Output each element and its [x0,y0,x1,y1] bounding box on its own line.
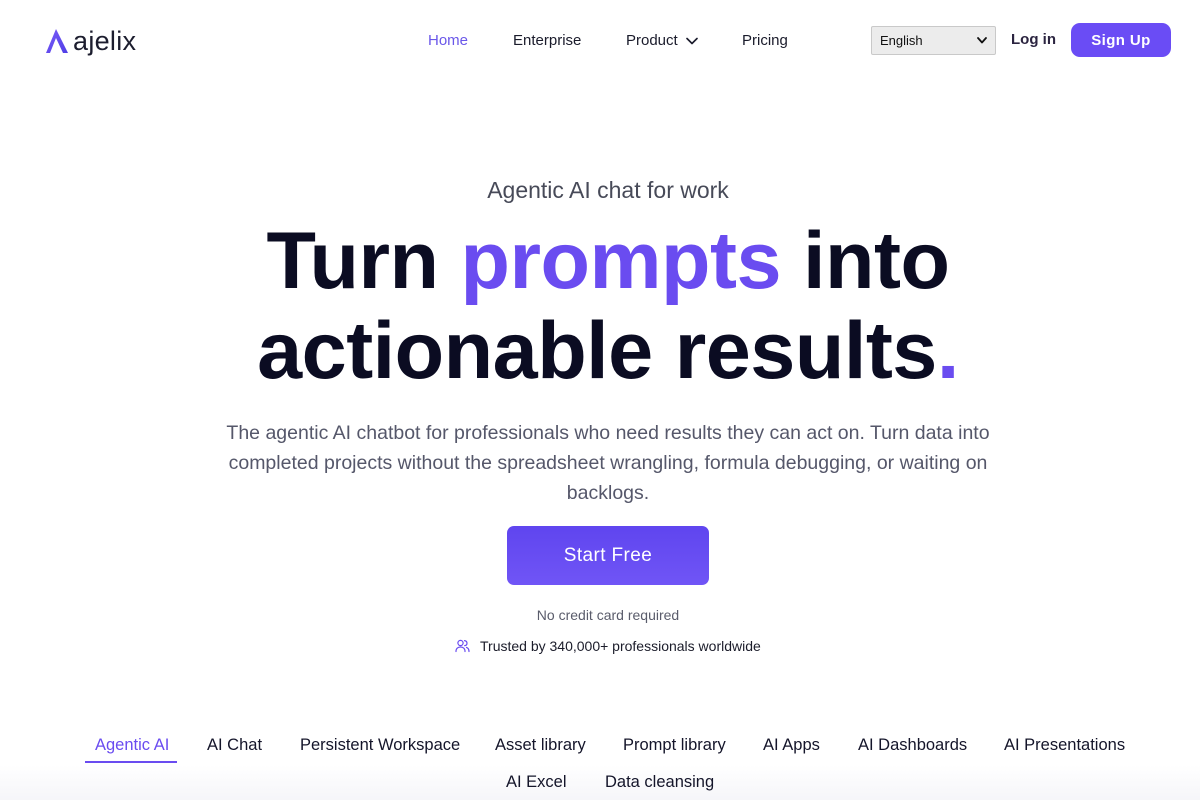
nav-enterprise[interactable]: Enterprise [513,31,581,51]
tab-agentic-ai[interactable]: Agentic AI [95,735,169,755]
brand-name: ajelix [73,26,137,56]
chevron-down-icon [977,37,987,44]
tab-data-cleansing[interactable]: Data cleansing [605,772,714,792]
headline-dot: . [936,306,960,396]
hero-description: The agentic AI chatbot for professionals… [226,422,990,504]
trusted-text: Trusted by 340,000+ professionals worldw… [480,638,761,654]
tab-ai-presentations[interactable]: AI Presentations [1004,735,1125,755]
headline-part-2: into [781,216,950,306]
tab-asset-library[interactable]: Asset library [495,735,586,755]
language-selected-value: English [880,33,923,48]
trusted-note: Trusted by 340,000+ professionals worldw… [455,637,761,655]
tab-ai-chat[interactable]: AI Chat [207,735,262,755]
tabs-background-fade [0,765,1200,800]
active-tab-indicator [85,761,177,763]
headline-accent: prompts [460,216,782,306]
language-select[interactable]: English [871,26,996,55]
no-credit-card-note: No credit card required [536,607,680,623]
nav-product[interactable]: Product [626,31,698,51]
signup-button[interactable]: Sign Up [1071,23,1171,57]
tab-ai-dashboards[interactable]: AI Dashboards [858,735,967,755]
login-link[interactable]: Log in [1011,31,1056,49]
hero-eyebrow: Agentic AI chat for work [487,177,729,203]
tab-ai-excel[interactable]: AI Excel [506,772,567,792]
tab-persistent-workspace[interactable]: Persistent Workspace [300,735,460,755]
tab-ai-apps[interactable]: AI Apps [763,735,820,755]
nav-home[interactable]: Home [428,31,468,51]
headline-part-1: Turn [266,216,461,306]
start-free-button[interactable]: Start Free [507,526,709,585]
site-header: ajelix Home Enterprise Product Pricing E… [0,0,1200,80]
users-icon [455,639,470,653]
tab-prompt-library[interactable]: Prompt library [623,735,726,755]
hero-headline: Turn prompts into actionable results. [0,216,1200,396]
headline-line-2: actionable results [257,306,937,396]
nav-product-label: Product [626,32,678,49]
brand-logo[interactable]: ajelix [45,24,136,58]
ajelix-logo-icon [46,29,68,53]
chevron-down-icon [685,37,698,45]
nav-pricing[interactable]: Pricing [742,31,788,51]
